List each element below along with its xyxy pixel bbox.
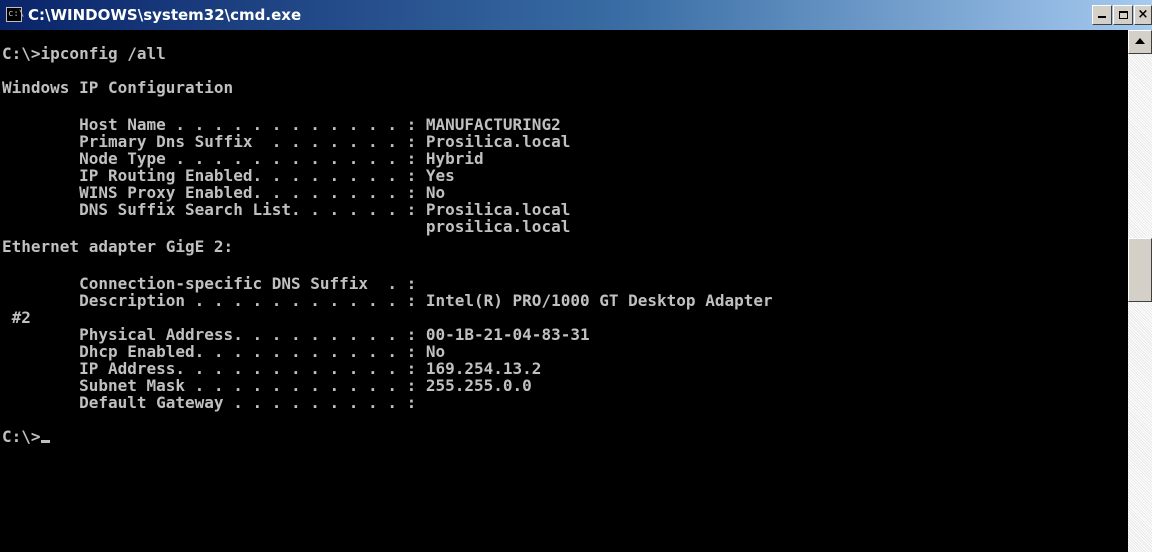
- console-line: IP Routing Enabled. . . . . . . . : Yes: [2, 166, 455, 185]
- maximize-button[interactable]: [1113, 5, 1133, 25]
- close-icon: ×: [1137, 7, 1149, 22]
- console-prompt-line[interactable]: C:\>: [2, 428, 50, 445]
- arrow-up-icon: [1135, 38, 1145, 44]
- console-line: Subnet Mask . . . . . . . . . . . : 255.…: [2, 376, 532, 395]
- console-output[interactable]: C:\>ipconfig /all Windows IP Configurati…: [0, 30, 1128, 552]
- console-line: Node Type . . . . . . . . . . . . : Hybr…: [2, 149, 484, 168]
- console-line: Physical Address. . . . . . . . . : 00-1…: [2, 325, 590, 344]
- console-line: Dhcp Enabled. . . . . . . . . . . : No: [2, 342, 446, 361]
- close-button[interactable]: ×: [1134, 5, 1152, 25]
- text-cursor: [40, 440, 50, 443]
- scrollbar-thumb[interactable]: [1128, 238, 1152, 302]
- console-line: #2: [2, 308, 31, 327]
- console-line: Ethernet adapter GigE 2:: [2, 237, 234, 256]
- console-line: DNS Suffix Search List. . . . . . : Pros…: [2, 200, 571, 219]
- console-line: IP Address. . . . . . . . . . . . : 169.…: [2, 359, 542, 378]
- cmd-app-icon[interactable]: c:\: [6, 7, 24, 22]
- console-line: Windows IP Configuration: [2, 78, 234, 97]
- maximize-icon: [1118, 11, 1128, 19]
- scroll-up-button[interactable]: [1128, 30, 1152, 54]
- console-prompt: C:\>: [2, 427, 41, 446]
- console-line: Description . . . . . . . . . . . : Inte…: [2, 291, 773, 310]
- console-line: WINS Proxy Enabled. . . . . . . . : No: [2, 183, 446, 202]
- console-line: C:\>ipconfig /all: [2, 44, 166, 63]
- cmd-window: c:\ C:\WINDOWS\system32\cmd.exe × C:\>ip…: [0, 0, 1152, 552]
- minimize-button[interactable]: [1092, 5, 1112, 25]
- console-line: Default Gateway . . . . . . . . . :: [2, 393, 417, 412]
- console-line: Host Name . . . . . . . . . . . . : MANU…: [2, 115, 561, 134]
- title-bar[interactable]: c:\ C:\WINDOWS\system32\cmd.exe ×: [0, 0, 1152, 30]
- minimize-icon: [1098, 16, 1106, 18]
- console-line: prosilica.local: [2, 217, 571, 236]
- console-line: Primary Dns Suffix . . . . . . . : Prosi…: [2, 132, 571, 151]
- window-title: C:\WINDOWS\system32\cmd.exe: [28, 6, 302, 24]
- console-line: Connection-specific DNS Suffix . :: [2, 274, 417, 293]
